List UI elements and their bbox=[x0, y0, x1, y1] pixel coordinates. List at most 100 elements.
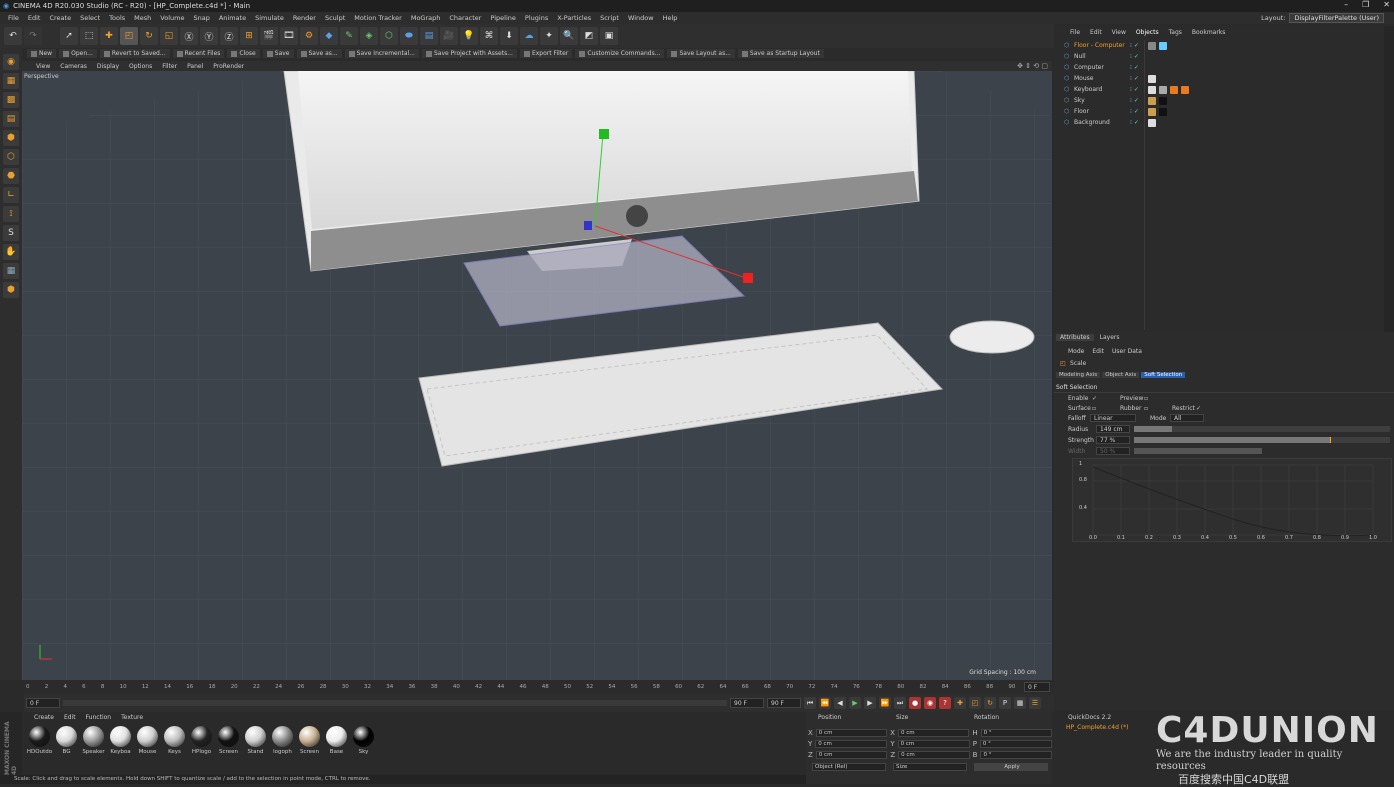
tag-icon[interactable] bbox=[1148, 107, 1156, 116]
object-row[interactable]: ⬡ Null ⁝ ✓ bbox=[1054, 51, 1384, 62]
tag-icon[interactable] bbox=[1159, 107, 1167, 116]
command-button[interactable]: New bbox=[27, 49, 57, 58]
material-item[interactable]: BG bbox=[55, 726, 78, 755]
minimize-button[interactable]: – bbox=[1344, 0, 1348, 9]
apply-button[interactable]: Apply bbox=[974, 763, 1048, 771]
scale-key-icon[interactable]: ◰ bbox=[969, 697, 981, 709]
position-field[interactable]: 0 cm bbox=[815, 740, 888, 748]
floor-icon[interactable]: ▤ bbox=[420, 27, 438, 45]
texture-mode-icon[interactable]: ▩ bbox=[3, 92, 19, 108]
x-axis-icon[interactable]: Ⓧ bbox=[180, 27, 198, 45]
arrow-down-icon[interactable]: ⬇ bbox=[500, 27, 518, 45]
timeline-window-icon[interactable]: ☰ bbox=[1029, 697, 1041, 709]
grid-icon[interactable]: ▦ bbox=[3, 263, 19, 279]
select-arrow-icon[interactable]: ➚ bbox=[60, 27, 78, 45]
python-icon[interactable]: ⌘ bbox=[480, 27, 498, 45]
pen-icon[interactable]: ✎ bbox=[340, 27, 358, 45]
object-row[interactable]: ⬡ Floor - Computer ⁝ ✓ bbox=[1054, 40, 1384, 51]
material-item[interactable]: Speaker bbox=[82, 726, 105, 755]
command-button[interactable]: Save as Startup Layout bbox=[737, 49, 824, 58]
object-menu-item[interactable]: Tags bbox=[1169, 29, 1182, 36]
material-item[interactable]: Mouse bbox=[136, 726, 159, 755]
visibility-dots[interactable]: ⁝ ✓ bbox=[1130, 86, 1139, 93]
command-button[interactable]: Save as... bbox=[296, 49, 342, 58]
menu-item[interactable]: Script bbox=[600, 14, 619, 22]
make-editable-icon[interactable]: ◉ bbox=[3, 54, 19, 70]
deformer-icon[interactable]: ⬬ bbox=[400, 27, 418, 45]
prev-frame-icon[interactable]: ◀ bbox=[834, 697, 846, 709]
tag-icon[interactable] bbox=[1148, 85, 1156, 94]
menu-item[interactable]: Motion Tracker bbox=[354, 14, 402, 22]
render-settings-icon[interactable]: ⚙ bbox=[300, 27, 318, 45]
tag-icon[interactable] bbox=[1159, 41, 1167, 50]
menu-item[interactable]: Mesh bbox=[134, 14, 151, 22]
start-frame-field[interactable]: 0 F bbox=[26, 698, 60, 708]
material-menu-item[interactable]: Texture bbox=[121, 714, 143, 721]
y-axis-icon[interactable]: Ⓨ bbox=[200, 27, 218, 45]
tweak-icon[interactable]: ⟟ bbox=[3, 206, 19, 222]
menu-item[interactable]: Select bbox=[80, 14, 100, 22]
visibility-dots[interactable]: ⁝ ✓ bbox=[1130, 42, 1139, 49]
command-button[interactable]: Save Project with Assets... bbox=[421, 49, 517, 58]
rotation-key-icon[interactable]: ↻ bbox=[984, 697, 996, 709]
prev-key-icon[interactable]: ⏪ bbox=[819, 697, 831, 709]
radius-field[interactable]: 149 cm bbox=[1096, 425, 1130, 433]
command-button[interactable]: Customize Commands... bbox=[575, 49, 665, 58]
command-button[interactable]: Revert to Saved... bbox=[99, 49, 170, 58]
viewport-menu-item[interactable]: Cameras bbox=[60, 63, 87, 70]
model-mode-icon[interactable]: ▦ bbox=[3, 73, 19, 89]
object-row[interactable]: ⬡ Background ⁝ ✓ bbox=[1054, 117, 1384, 128]
preview-checkbox[interactable]: ▫ bbox=[1144, 395, 1148, 402]
tag-icon[interactable] bbox=[1181, 85, 1189, 94]
attribute-subtab[interactable]: Modeling Axis bbox=[1056, 372, 1101, 378]
visibility-dots[interactable]: ⁝ ✓ bbox=[1130, 97, 1139, 104]
menu-item[interactable]: Window bbox=[628, 14, 654, 22]
menu-item[interactable]: Plugins bbox=[525, 14, 548, 22]
menu-item[interactable]: Snap bbox=[193, 14, 209, 22]
menu-item[interactable]: Render bbox=[293, 14, 316, 22]
tag-icon[interactable] bbox=[1148, 118, 1156, 127]
max-frame-field[interactable]: 90 F bbox=[767, 698, 801, 708]
menu-item[interactable]: Simulate bbox=[255, 14, 284, 22]
viewport-menu-item[interactable]: Panel bbox=[187, 63, 203, 70]
attribute-tab[interactable]: Attributes bbox=[1056, 333, 1094, 341]
attribute-subtab[interactable]: Soft Selection bbox=[1141, 372, 1186, 378]
next-key-icon[interactable]: ⏩ bbox=[879, 697, 891, 709]
tag-icon[interactable] bbox=[1148, 74, 1156, 83]
workplane-icon[interactable]: ▤ bbox=[3, 111, 19, 127]
hair-icon[interactable]: ✦ bbox=[540, 27, 558, 45]
object-row[interactable]: ⬡ Sky ⁝ ✓ bbox=[1054, 95, 1384, 106]
size-field[interactable]: 0 cm bbox=[897, 729, 970, 737]
position-key-icon[interactable]: ✚ bbox=[954, 697, 966, 709]
size-field[interactable]: 0 cm bbox=[897, 740, 970, 748]
visibility-dots[interactable]: ⁝ ✓ bbox=[1130, 53, 1139, 60]
visibility-dots[interactable]: ⁝ ✓ bbox=[1130, 108, 1139, 115]
command-button[interactable]: Export Filter bbox=[519, 49, 573, 58]
go-end-icon[interactable]: ⏭ bbox=[894, 697, 906, 709]
object-row[interactable]: ⬡ Mouse ⁝ ✓ bbox=[1054, 73, 1384, 84]
viewport-nav-icons[interactable]: ✥ ⇕ ⟲ ▢ bbox=[1017, 62, 1048, 70]
material-item[interactable]: Screen bbox=[217, 726, 240, 755]
maximize-button[interactable]: ❐ bbox=[1362, 0, 1369, 9]
strength-field[interactable]: 77 % bbox=[1096, 436, 1130, 444]
object-menu-item[interactable]: Objects bbox=[1136, 29, 1159, 36]
keyframe-selection-icon[interactable]: ? bbox=[939, 697, 951, 709]
axis-mode-icon[interactable]: ∟ bbox=[3, 187, 19, 203]
falloff-curve-graph[interactable]: 1 0.8 0.4 0.0 0.1 0.2 0.3 0.4 0.5 0.6 0.7 0.8 0.9 1.… bbox=[1072, 458, 1392, 542]
viewport-menu-item[interactable]: View bbox=[36, 63, 50, 70]
object-row[interactable]: ⬡ Floor ⁝ ✓ bbox=[1054, 106, 1384, 117]
render-view-icon[interactable]: 🎬 bbox=[260, 27, 278, 45]
tag-icon[interactable] bbox=[1148, 41, 1156, 50]
camera-icon[interactable]: 🎥 bbox=[440, 27, 458, 45]
material-menu-item[interactable]: Create bbox=[34, 714, 54, 721]
object-menu-item[interactable]: View bbox=[1112, 29, 1126, 36]
rotation-field[interactable]: 0 ° bbox=[979, 740, 1052, 748]
close-button[interactable]: ✕ bbox=[1383, 0, 1390, 9]
polygons-mode-icon[interactable]: ⬣ bbox=[3, 168, 19, 184]
tag-icon[interactable] bbox=[1159, 85, 1167, 94]
viewport-menu-item[interactable]: ProRender bbox=[213, 63, 244, 70]
viewport-menu-item[interactable]: Options bbox=[129, 63, 152, 70]
size-field[interactable]: 0 cm bbox=[898, 751, 970, 759]
menu-item[interactable]: Create bbox=[49, 14, 71, 22]
rubber-checkbox[interactable]: ▫ bbox=[1144, 405, 1148, 412]
